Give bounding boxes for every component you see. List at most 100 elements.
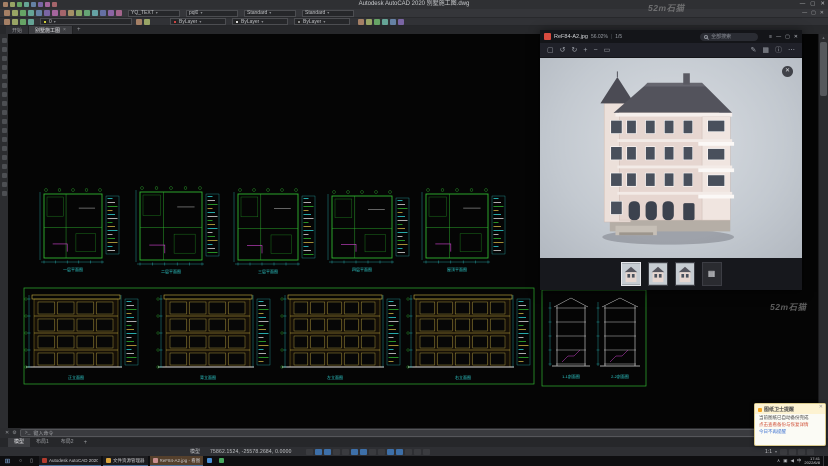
image-thumbnail[interactable] [648, 262, 668, 286]
redo-icon[interactable] [45, 2, 50, 7]
viewer-search-box[interactable]: 全部搜索 [700, 33, 758, 41]
layout-tab-模型[interactable]: 模型 [8, 438, 30, 447]
draw-tool-icon[interactable] [2, 38, 7, 43]
dim-linear-icon[interactable] [358, 19, 364, 25]
draw-tool-icon[interactable] [2, 137, 7, 142]
draw-tool-icon[interactable] [2, 65, 7, 70]
layout-tab-布局2[interactable]: 布局2 [55, 438, 80, 447]
maximize-button[interactable]: ▢ [785, 34, 790, 40]
zoom-window-icon[interactable] [108, 10, 114, 16]
volume-icon[interactable]: ◀ [790, 458, 793, 464]
floor-plan-drawing[interactable]: 四层平面图 [328, 191, 409, 272]
fit-window-icon[interactable]: ▭ [604, 47, 611, 54]
fullscreen-icon[interactable]: ▢ [547, 47, 554, 54]
status-toggle-icon[interactable] [405, 449, 412, 455]
image-thumbnail[interactable]: ▦ [702, 262, 722, 286]
match-properties-icon[interactable] [68, 10, 74, 16]
tray-expand-icon[interactable]: ∧ [777, 458, 780, 464]
status-toggle-icon[interactable] [315, 449, 322, 455]
publish-icon[interactable] [44, 10, 50, 16]
preview-icon[interactable] [36, 10, 42, 16]
floor-plan-drawing[interactable]: 一层平面图 [40, 189, 119, 272]
new-tab-button[interactable]: + [73, 26, 85, 34]
minimize-button[interactable]: — [776, 34, 781, 40]
layer-off-icon[interactable] [12, 19, 18, 25]
menu-button[interactable]: ≡ [769, 34, 772, 40]
mleader-style-combo[interactable]: Standard ▾ [302, 10, 354, 17]
draw-tool-icon[interactable] [2, 56, 7, 61]
taskbar-app-button[interactable]: Autodesk AutoCAD 2020 [39, 456, 101, 466]
edit-icon[interactable]: ✎ [751, 47, 757, 54]
layer-properties-icon[interactable] [4, 19, 10, 25]
status-toggle-icon[interactable] [378, 449, 385, 455]
mleader-icon[interactable] [374, 19, 380, 25]
search-icon[interactable]: ○ [15, 458, 26, 464]
doc-minimize-button[interactable]: — [802, 10, 807, 16]
info-icon[interactable]: ⓘ [775, 47, 782, 54]
status-toggle-icon[interactable] [351, 449, 358, 455]
scrollbar-thumb[interactable] [820, 42, 827, 96]
status-tool-icon[interactable] [789, 449, 796, 455]
popup-link[interactable]: 点击查看备份与恢复详情 [755, 421, 825, 428]
save-icon[interactable] [24, 2, 29, 7]
measure-icon[interactable] [390, 19, 396, 25]
draw-tool-icon[interactable] [2, 92, 7, 97]
doc-restore-button[interactable]: ▢ [811, 10, 816, 16]
floor-plan-drawing[interactable]: 三层平面图 [234, 189, 315, 274]
status-tool-icon[interactable] [807, 449, 814, 455]
open-icon[interactable] [12, 10, 18, 16]
elevation-drawing[interactable]: 正立面图 [25, 295, 138, 380]
paste-clip-icon[interactable] [60, 10, 66, 16]
popup-dismiss-link[interactable]: 今日不再提醒 [755, 428, 825, 435]
status-toggle-icon[interactable] [414, 449, 421, 455]
pan-icon[interactable] [92, 10, 98, 16]
grid-view-icon[interactable]: ▦ [762, 47, 769, 54]
status-toggle-icon[interactable] [369, 449, 376, 455]
save-icon[interactable] [20, 10, 26, 16]
task-view-icon[interactable]: ▯ [26, 458, 37, 464]
close-button[interactable]: ✕ [820, 0, 825, 9]
draw-tool-icon[interactable] [2, 155, 7, 160]
status-toggle-icon[interactable] [360, 449, 367, 455]
redo-icon[interactable] [84, 10, 90, 16]
zoom-realtime-icon[interactable] [100, 10, 106, 16]
draw-tool-icon[interactable] [2, 74, 7, 79]
taskbar-app-button[interactable]: ReF84-A2.jpg - 看图 [150, 456, 204, 466]
make-object-layer-current-icon[interactable] [136, 19, 142, 25]
network-icon[interactable]: ▣ [783, 458, 787, 464]
app-menu-icon[interactable] [3, 2, 8, 7]
draw-tool-icon[interactable] [2, 191, 7, 196]
minimize-button[interactable]: — [800, 0, 806, 9]
file-tab-开始[interactable]: 开始 [6, 26, 29, 34]
plot-icon[interactable] [52, 2, 57, 7]
lineweight-control-combo[interactable]: ByLayer ▾ [294, 18, 350, 25]
zoom-extents-icon[interactable] [116, 10, 122, 16]
table-style-combo[interactable]: Standard ▾ [244, 10, 296, 17]
status-toggle-icon[interactable] [324, 449, 331, 455]
section-drawing[interactable]: 1-1剖面图 [549, 298, 591, 379]
status-toggle-icon[interactable] [306, 449, 313, 455]
image-thumbnail[interactable] [621, 262, 641, 286]
scroll-up-icon[interactable]: ▲ [819, 34, 828, 41]
taskbar-clock[interactable]: 17:41 2022/6/8 [804, 457, 820, 466]
draw-tool-icon[interactable] [2, 101, 7, 106]
elevation-drawing[interactable]: 右立面图 [407, 295, 530, 380]
group-icon[interactable] [398, 19, 404, 25]
browser-icon[interactable] [203, 458, 215, 465]
doc-close-button[interactable]: ✕ [820, 10, 824, 16]
model-space-button[interactable]: 模型 [190, 448, 200, 455]
status-toggle-icon[interactable] [342, 449, 349, 455]
status-tool-icon[interactable] [780, 449, 787, 455]
image-thumbnail[interactable] [675, 262, 695, 286]
copy-clip-icon[interactable] [52, 10, 58, 16]
layer-freeze-icon[interactable] [28, 19, 34, 25]
vertical-scrollbar[interactable]: ▲ ▼ [818, 34, 828, 428]
status-toggle-icon[interactable] [423, 449, 430, 455]
layout-tab-布局1[interactable]: 布局1 [30, 438, 55, 447]
status-toggle-icon[interactable] [396, 449, 403, 455]
more-icon[interactable]: ⋯ [788, 47, 795, 54]
new-icon[interactable] [4, 10, 10, 16]
plot-icon[interactable] [28, 10, 34, 16]
dim-style-combo[interactable]: pql0 ▾ [186, 10, 238, 17]
overlay-close-button[interactable]: ✕ [782, 66, 793, 77]
